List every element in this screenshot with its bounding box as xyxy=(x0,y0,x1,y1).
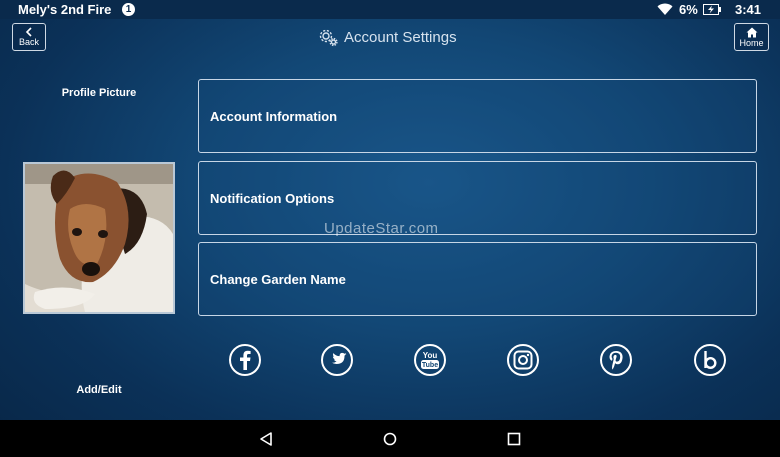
svg-text:Tube: Tube xyxy=(422,362,438,369)
menu-item-label: Account Information xyxy=(210,108,338,124)
chevron-left-icon xyxy=(25,27,32,37)
instagram-icon[interactable] xyxy=(507,344,539,376)
system-nav-bar xyxy=(0,420,780,457)
device-name: Mely's 2nd Fire xyxy=(18,2,112,17)
account-information-button[interactable]: Account Information xyxy=(198,79,757,153)
facebook-icon[interactable] xyxy=(229,344,261,376)
home-button[interactable]: Home xyxy=(734,23,769,51)
home-button-label: Home xyxy=(739,38,764,48)
dog-photo xyxy=(25,164,173,312)
wifi-icon xyxy=(657,3,673,15)
avatar[interactable] xyxy=(23,162,175,314)
add-edit-link[interactable]: Add/Edit xyxy=(24,384,174,396)
back-button-label: Back xyxy=(18,37,39,47)
menu-item-label: Change Garden Name xyxy=(210,271,346,287)
status-bar: Mely's 2nd Fire 1 6% 3:41 xyxy=(0,0,780,19)
page-title: Account Settings xyxy=(344,28,457,46)
menu-item-label: Notification Options xyxy=(210,190,335,206)
twitter-icon[interactable] xyxy=(321,344,353,376)
battery-charging-icon xyxy=(703,4,721,15)
watermark: UpdateStar.com xyxy=(324,220,439,237)
youtube-icon[interactable]: You Tube xyxy=(414,344,446,376)
nav-recent-apps-icon[interactable] xyxy=(506,431,522,447)
notification-options-button[interactable]: Notification Options xyxy=(198,161,757,235)
home-icon xyxy=(746,27,757,38)
page-header: Account Settings xyxy=(318,26,457,48)
nav-home-icon[interactable] xyxy=(382,431,398,447)
account-settings-screen: Mely's 2nd Fire 1 6% 3:41 Back Account S… xyxy=(0,0,780,457)
notification-badge: 1 xyxy=(122,3,135,16)
blog-icon[interactable] xyxy=(694,344,726,376)
nav-back-icon[interactable] xyxy=(258,431,274,447)
change-garden-name-button[interactable]: Change Garden Name xyxy=(198,242,757,316)
battery-percent: 6% xyxy=(679,2,698,17)
status-clock: 3:41 xyxy=(735,2,762,17)
profile-picture-label: Profile Picture xyxy=(61,87,137,99)
back-button[interactable]: Back xyxy=(12,23,46,51)
gear-icon xyxy=(319,29,338,47)
svg-text:You: You xyxy=(423,351,438,360)
pinterest-icon[interactable] xyxy=(600,344,632,376)
